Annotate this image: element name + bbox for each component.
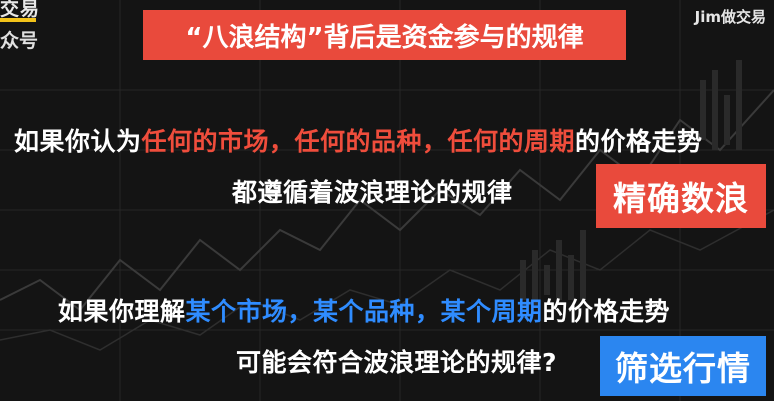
block1-line1: 如果你认为任何的市场，任何的品种，任何的周期的价格走势 — [14, 122, 703, 158]
channel-logo-underline — [0, 18, 36, 22]
block1-prefix: 如果你认为 — [14, 127, 142, 156]
slide-title: “八浪结构”背后是资金参与的规律 — [143, 10, 626, 60]
block1-highlight: 任何的市场，任何的品种，任何的周期 — [141, 127, 576, 156]
block1-line2: 都遵循着波浪理论的规律 — [232, 178, 513, 207]
precise-wave-count-tag: 精确数浪 — [596, 164, 766, 228]
channel-logo: 交易 众号 — [0, 0, 60, 56]
block2-line1: 如果你理解某个市场，某个品种，某个周期的价格走势 — [58, 292, 670, 328]
channel-logo-line2: 众号 — [0, 30, 39, 52]
block2-line2: 可能会符合波浪理论的规律? — [236, 348, 558, 377]
block2-suffix: 的价格走势 — [542, 297, 671, 326]
block2-prefix: 如果你理解 — [58, 297, 186, 326]
block1-suffix: 的价格走势 — [575, 127, 703, 156]
author-watermark: Jim做交易 — [694, 8, 766, 26]
filter-market-tag: 筛选行情 — [600, 336, 766, 396]
block2-highlight: 某个市场，某个品种，某个周期 — [185, 297, 543, 326]
